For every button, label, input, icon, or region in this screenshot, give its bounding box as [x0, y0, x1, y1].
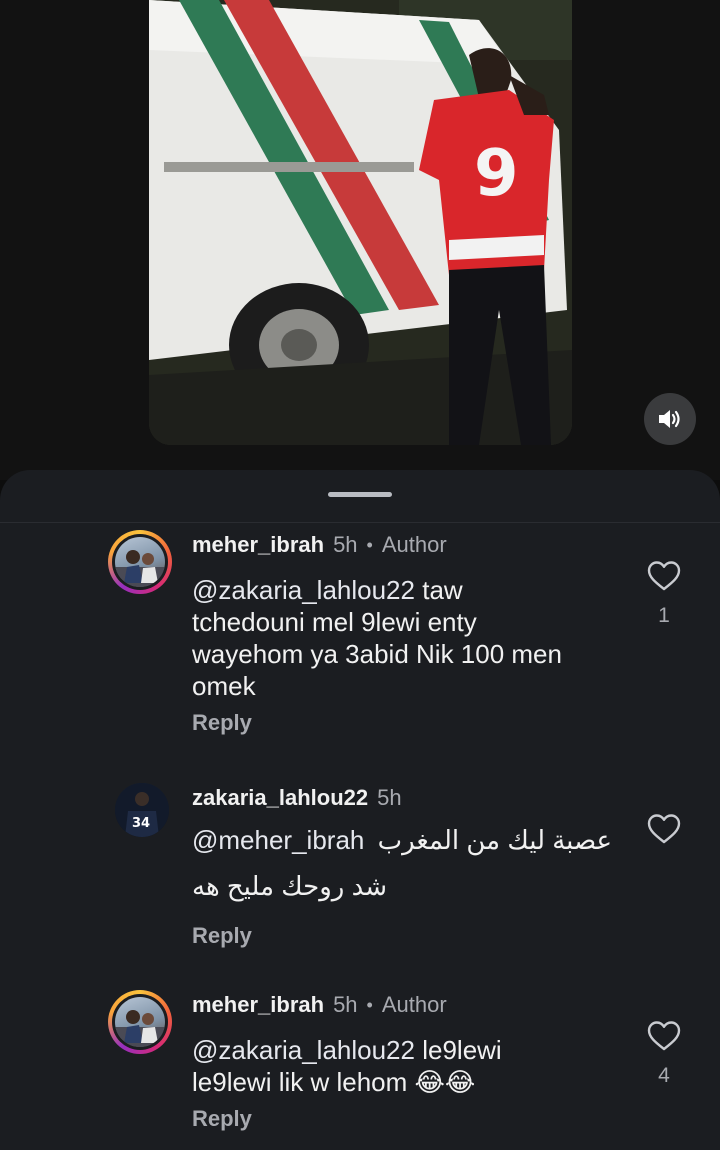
reply-button[interactable]: Reply	[192, 923, 252, 949]
comment-text: @zakaria_lahlou22 taw tchedouni mel 9lew…	[192, 574, 612, 702]
speaker-icon	[659, 410, 680, 428]
comment-text: @zakaria_lahlou22 le9lewi le9lewi lik w …	[192, 1034, 612, 1098]
comment-username[interactable]: meher_ibrah	[192, 992, 324, 1018]
sheet-divider	[0, 522, 720, 523]
comment-mention[interactable]: @zakaria_lahlou22	[192, 1035, 415, 1065]
comment-time: 5h	[333, 992, 358, 1017]
heart-icon[interactable]	[647, 813, 681, 845]
reply-button[interactable]: Reply	[192, 1106, 252, 1132]
comment-mention[interactable]: @meher_ibrah	[192, 825, 364, 855]
comments-sheet: meher_ibrah 5h • Author @zakaria_lahlou2…	[0, 470, 720, 1150]
svg-text:34: 34	[132, 816, 150, 831]
comment-meta: meher_ibrah 5h • Author	[192, 990, 447, 1020]
avatar[interactable]: 34	[115, 783, 169, 837]
heart-icon[interactable]	[647, 560, 681, 592]
like-count: 4	[658, 1064, 670, 1087]
comment-text-line: le9lewi lik w lehom 😂😂	[192, 1067, 476, 1097]
author-badge: Author	[381, 532, 447, 557]
meta-separator: •	[366, 994, 373, 1015]
video-frame-image: 9	[149, 0, 572, 445]
sound-toggle-button[interactable]	[644, 393, 696, 445]
comment-text-line: شد روحك مليح هه	[192, 871, 388, 901]
comment-text-line: taw	[422, 575, 463, 605]
comment-text-line: wayehom ya 3abid Nik 100 men	[192, 639, 562, 669]
reply-button[interactable]: Reply	[192, 710, 252, 736]
comment-text-line: tchedouni mel 9lewi enty	[192, 607, 477, 637]
like-count: 1	[658, 604, 670, 627]
author-badge: Author	[381, 992, 447, 1017]
svg-text:9: 9	[474, 137, 519, 211]
comment-text-line: omek	[192, 671, 256, 701]
comment-text-line: le9lewi	[422, 1035, 502, 1065]
comment-username[interactable]: zakaria_lahlou22	[192, 785, 368, 811]
comment-meta: zakaria_lahlou22 5h	[192, 783, 402, 813]
video-player[interactable]: 9	[149, 0, 572, 445]
heart-icon[interactable]	[647, 1020, 681, 1052]
video-area: 9	[0, 0, 720, 480]
meta-separator: •	[366, 534, 373, 555]
avatar-story-ring[interactable]	[108, 530, 172, 594]
comment-mention[interactable]: @zakaria_lahlou22	[192, 575, 415, 605]
comment-time: 5h	[333, 532, 358, 557]
comment-time: 5h	[377, 785, 402, 810]
comment-meta: meher_ibrah 5h • Author	[192, 530, 447, 560]
avatar	[115, 997, 165, 1047]
avatar-story-ring[interactable]	[108, 990, 172, 1054]
comment-text: @meher_ibrah عصبة ليك من المغرب شد روحك …	[192, 824, 612, 902]
sheet-drag-handle[interactable]	[328, 492, 392, 497]
avatar	[115, 537, 165, 587]
comment-text-line: عصبة ليك من المغرب	[377, 825, 613, 855]
comment-username[interactable]: meher_ibrah	[192, 532, 324, 558]
